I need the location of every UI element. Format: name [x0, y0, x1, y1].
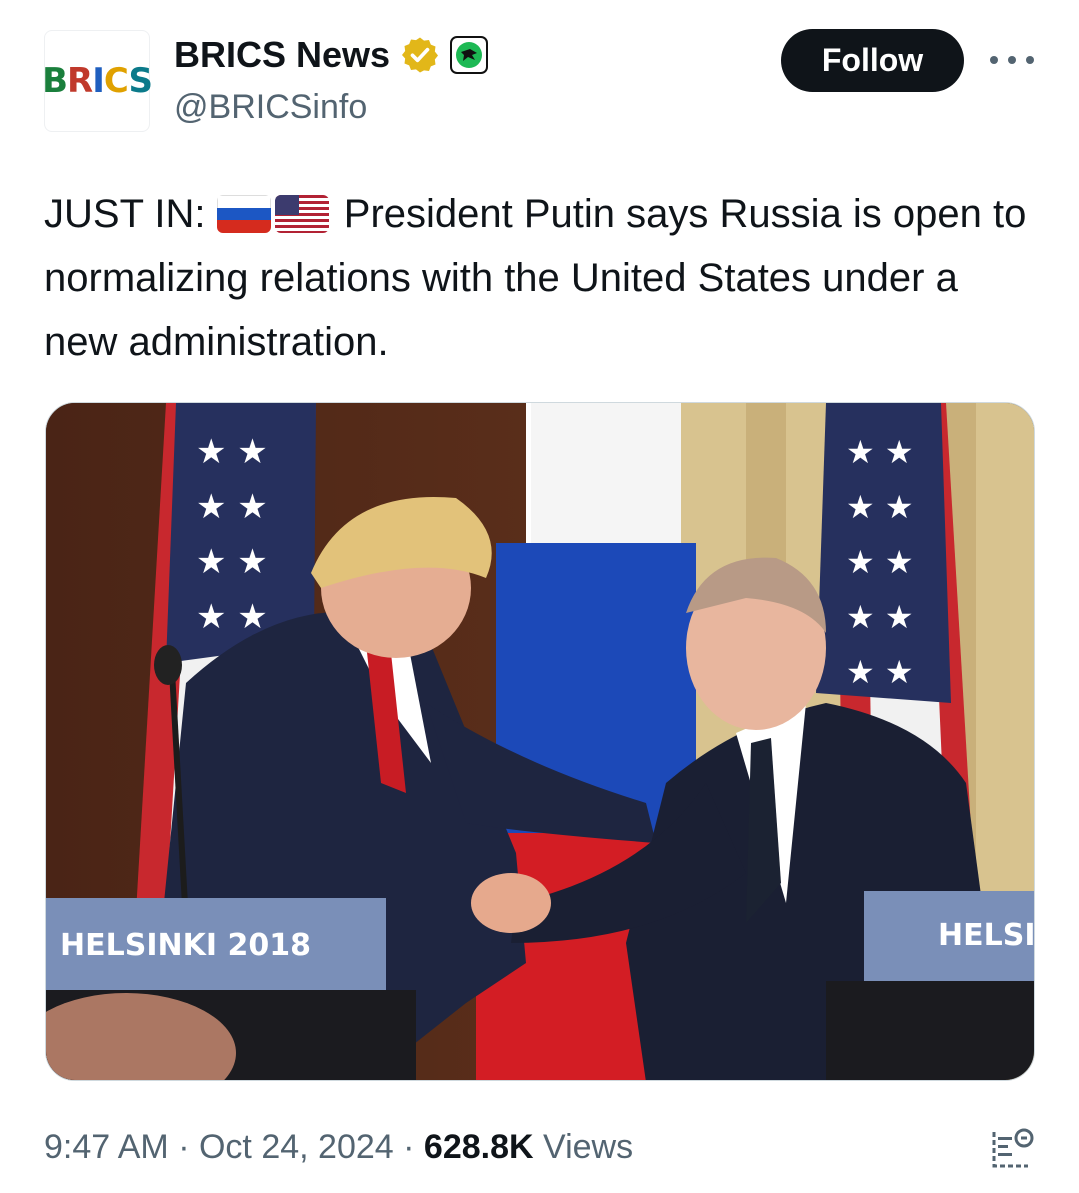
- meta-separator: ·: [178, 1128, 190, 1166]
- author-handle[interactable]: @BRICSinfo: [174, 88, 367, 127]
- tweet-date[interactable]: Oct 24, 2024: [199, 1128, 394, 1166]
- russia-flag-icon: [216, 195, 271, 233]
- views-label: Views: [543, 1128, 634, 1166]
- podium-right-text: HELSI: [938, 918, 1035, 953]
- author-name-row: BRICS News: [174, 34, 489, 76]
- meta-separator-2: ·: [403, 1128, 415, 1166]
- avatar[interactable]: BRICS: [42, 30, 153, 132]
- svg-text:★ ★: ★ ★: [196, 432, 268, 472]
- svg-text:★ ★: ★ ★: [846, 433, 914, 471]
- svg-text:★ ★: ★ ★: [196, 487, 268, 527]
- usa-flag-icon: [274, 195, 329, 233]
- views-count: 628.8K: [423, 1128, 534, 1166]
- svg-text:★ ★: ★ ★: [846, 653, 914, 691]
- svg-text:★ ★: ★ ★: [196, 542, 268, 582]
- tweet-header: BRICS BRICS News @BRICSinfo Follow: [0, 0, 1079, 150]
- verified-gold-icon[interactable]: [400, 35, 440, 75]
- more-options-icon[interactable]: [990, 52, 1034, 68]
- grok-analyze-icon[interactable]: [986, 1124, 1036, 1174]
- tweet-time[interactable]: 9:47 AM: [44, 1128, 169, 1166]
- tweet-text: JUST IN: President Putin says Russia is …: [44, 182, 1034, 374]
- display-name[interactable]: BRICS News: [174, 34, 390, 76]
- avatar-logo: BRICS: [42, 61, 153, 101]
- follow-button[interactable]: Follow: [781, 29, 964, 92]
- photo-scene: ★ ★ ★ ★ ★ ★ ★ ★ ★ ★ ★ ★ ★ ★ ★ ★ ★ ★ HELS…: [46, 403, 1035, 1080]
- affiliate-badge-icon[interactable]: [450, 36, 489, 74]
- tweet-prefix: JUST IN:: [44, 192, 206, 236]
- tweet-meta: 9:47 AM · Oct 24, 2024 · 628.8K Views: [44, 1128, 633, 1167]
- svg-text:★ ★: ★ ★: [196, 597, 268, 637]
- svg-text:★ ★: ★ ★: [846, 488, 914, 526]
- podium-left-text: HELSINKI 2018: [60, 928, 311, 963]
- tweet-photo[interactable]: ★ ★ ★ ★ ★ ★ ★ ★ ★ ★ ★ ★ ★ ★ ★ ★ ★ ★ HELS…: [45, 402, 1035, 1081]
- svg-text:★ ★: ★ ★: [846, 598, 914, 636]
- svg-text:★ ★: ★ ★: [846, 543, 914, 581]
